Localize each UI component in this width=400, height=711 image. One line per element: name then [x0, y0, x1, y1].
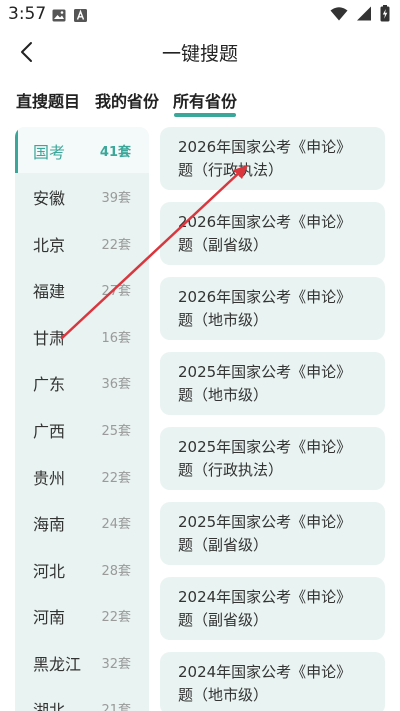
province-item[interactable]: 广东 36套	[15, 359, 149, 405]
province-count: 25套	[101, 424, 131, 439]
province-name: 广西	[33, 422, 66, 441]
paper-card[interactable]: 2025年国家公考《申论》 题（行政执法）	[160, 427, 385, 490]
province-name: 安徽	[33, 189, 66, 208]
province-count: 16套	[101, 331, 131, 346]
tab-all-provinces[interactable]: 所有省份	[173, 88, 237, 112]
paper-title-line2: 题（地市级）	[178, 386, 269, 404]
wifi-icon	[330, 6, 348, 25]
paper-card[interactable]: 2024年国家公考《申论》 题（地市级）	[160, 652, 385, 711]
province-name: 海南	[33, 515, 66, 534]
paper-title-line2: 题（行政执法）	[178, 161, 284, 179]
province-name: 贵州	[33, 469, 66, 488]
province-item[interactable]: 广西 25套	[15, 406, 149, 452]
province-item[interactable]: 甘肃 16套	[15, 313, 149, 359]
province-item[interactable]: 安徽 39套	[15, 173, 149, 219]
paper-title-line1: 2024年国家公考《申论》	[178, 663, 352, 681]
paper-title-line2: 题（副省级）	[178, 611, 269, 629]
province-name: 甘肃	[33, 329, 66, 348]
province-name: 黑龙江	[33, 655, 82, 674]
a-letter-icon	[74, 7, 87, 26]
status-bar: 3:57	[0, 0, 400, 28]
province-name: 广东	[33, 375, 66, 394]
app-header: 一键搜题	[0, 28, 400, 76]
tab-direct-search[interactable]: 直搜题目	[16, 88, 80, 112]
province-name: 福建	[33, 282, 66, 301]
province-count: 22套	[101, 610, 131, 625]
province-name: 河北	[33, 562, 66, 581]
province-item[interactable]: 河南 22套	[15, 592, 149, 638]
province-count: 22套	[101, 238, 131, 253]
province-item[interactable]: 贵州 22套	[15, 453, 149, 499]
province-item[interactable]: 北京 22套	[15, 220, 149, 266]
paper-title-line2: 题（副省级）	[178, 536, 269, 554]
paper-title-line1: 2026年国家公考《申论》	[178, 213, 352, 231]
province-item[interactable]: 黑龙江 32套	[15, 639, 149, 685]
paper-card[interactable]: 2026年国家公考《申论》 题（副省级）	[160, 202, 385, 265]
paper-title-line2: 题（地市级）	[178, 686, 269, 704]
paper-title-line1: 2025年国家公考《申论》	[178, 438, 352, 456]
tab-bar: 直搜题目 我的省份 所有省份	[0, 88, 400, 118]
province-count: 32套	[101, 657, 131, 672]
province-item[interactable]: 国考 41套	[15, 127, 149, 173]
paper-title-line1: 2025年国家公考《申论》	[178, 363, 352, 381]
signal-icon	[356, 6, 372, 25]
active-indicator	[15, 127, 18, 173]
paper-card[interactable]: 2025年国家公考《申论》 题（地市级）	[160, 352, 385, 415]
province-list[interactable]: 国考 41套 安徽 39套 北京 22套 福建 27套 甘肃 16套 广东 36…	[15, 127, 149, 711]
province-name: 湖北	[33, 701, 66, 711]
paper-card[interactable]: 2026年国家公考《申论》 题（行政执法）	[160, 127, 385, 190]
status-time: 3:57	[8, 4, 47, 24]
battery-charging-icon	[380, 5, 390, 26]
province-count: 21套	[101, 703, 131, 711]
tab-active-indicator	[174, 113, 236, 117]
paper-title-line1: 2025年国家公考《申论》	[178, 513, 352, 531]
page-title: 一键搜题	[161, 43, 238, 65]
image-icon	[52, 7, 66, 26]
paper-title-line2: 题（地市级）	[178, 311, 269, 329]
province-count: 24套	[101, 517, 131, 532]
paper-title-line1: 2026年国家公考《申论》	[178, 288, 352, 306]
paper-card[interactable]: 2026年国家公考《申论》 题（地市级）	[160, 277, 385, 340]
paper-card[interactable]: 2025年国家公考《申论》 题（副省级）	[160, 502, 385, 565]
province-count: 27套	[101, 284, 131, 299]
province-item[interactable]: 湖北 21套	[15, 685, 149, 711]
province-name: 河南	[33, 608, 66, 627]
province-item[interactable]: 河北 28套	[15, 546, 149, 592]
tab-my-province[interactable]: 我的省份	[95, 88, 159, 112]
paper-title-line2: 题（副省级）	[178, 236, 269, 254]
province-count: 39套	[101, 191, 131, 206]
province-item[interactable]: 福建 27套	[15, 266, 149, 312]
paper-title-line1: 2024年国家公考《申论》	[178, 588, 352, 606]
province-name: 国考	[33, 143, 66, 162]
province-count: 22套	[101, 471, 131, 486]
province-count: 41套	[99, 145, 131, 160]
province-name: 北京	[33, 236, 66, 255]
province-item[interactable]: 海南 24套	[15, 499, 149, 545]
paper-title-line1: 2026年国家公考《申论》	[178, 138, 352, 156]
province-count: 28套	[101, 564, 131, 579]
province-count: 36套	[101, 377, 131, 392]
paper-card[interactable]: 2024年国家公考《申论》 题（副省级）	[160, 577, 385, 640]
paper-title-line2: 题（行政执法）	[178, 461, 284, 479]
